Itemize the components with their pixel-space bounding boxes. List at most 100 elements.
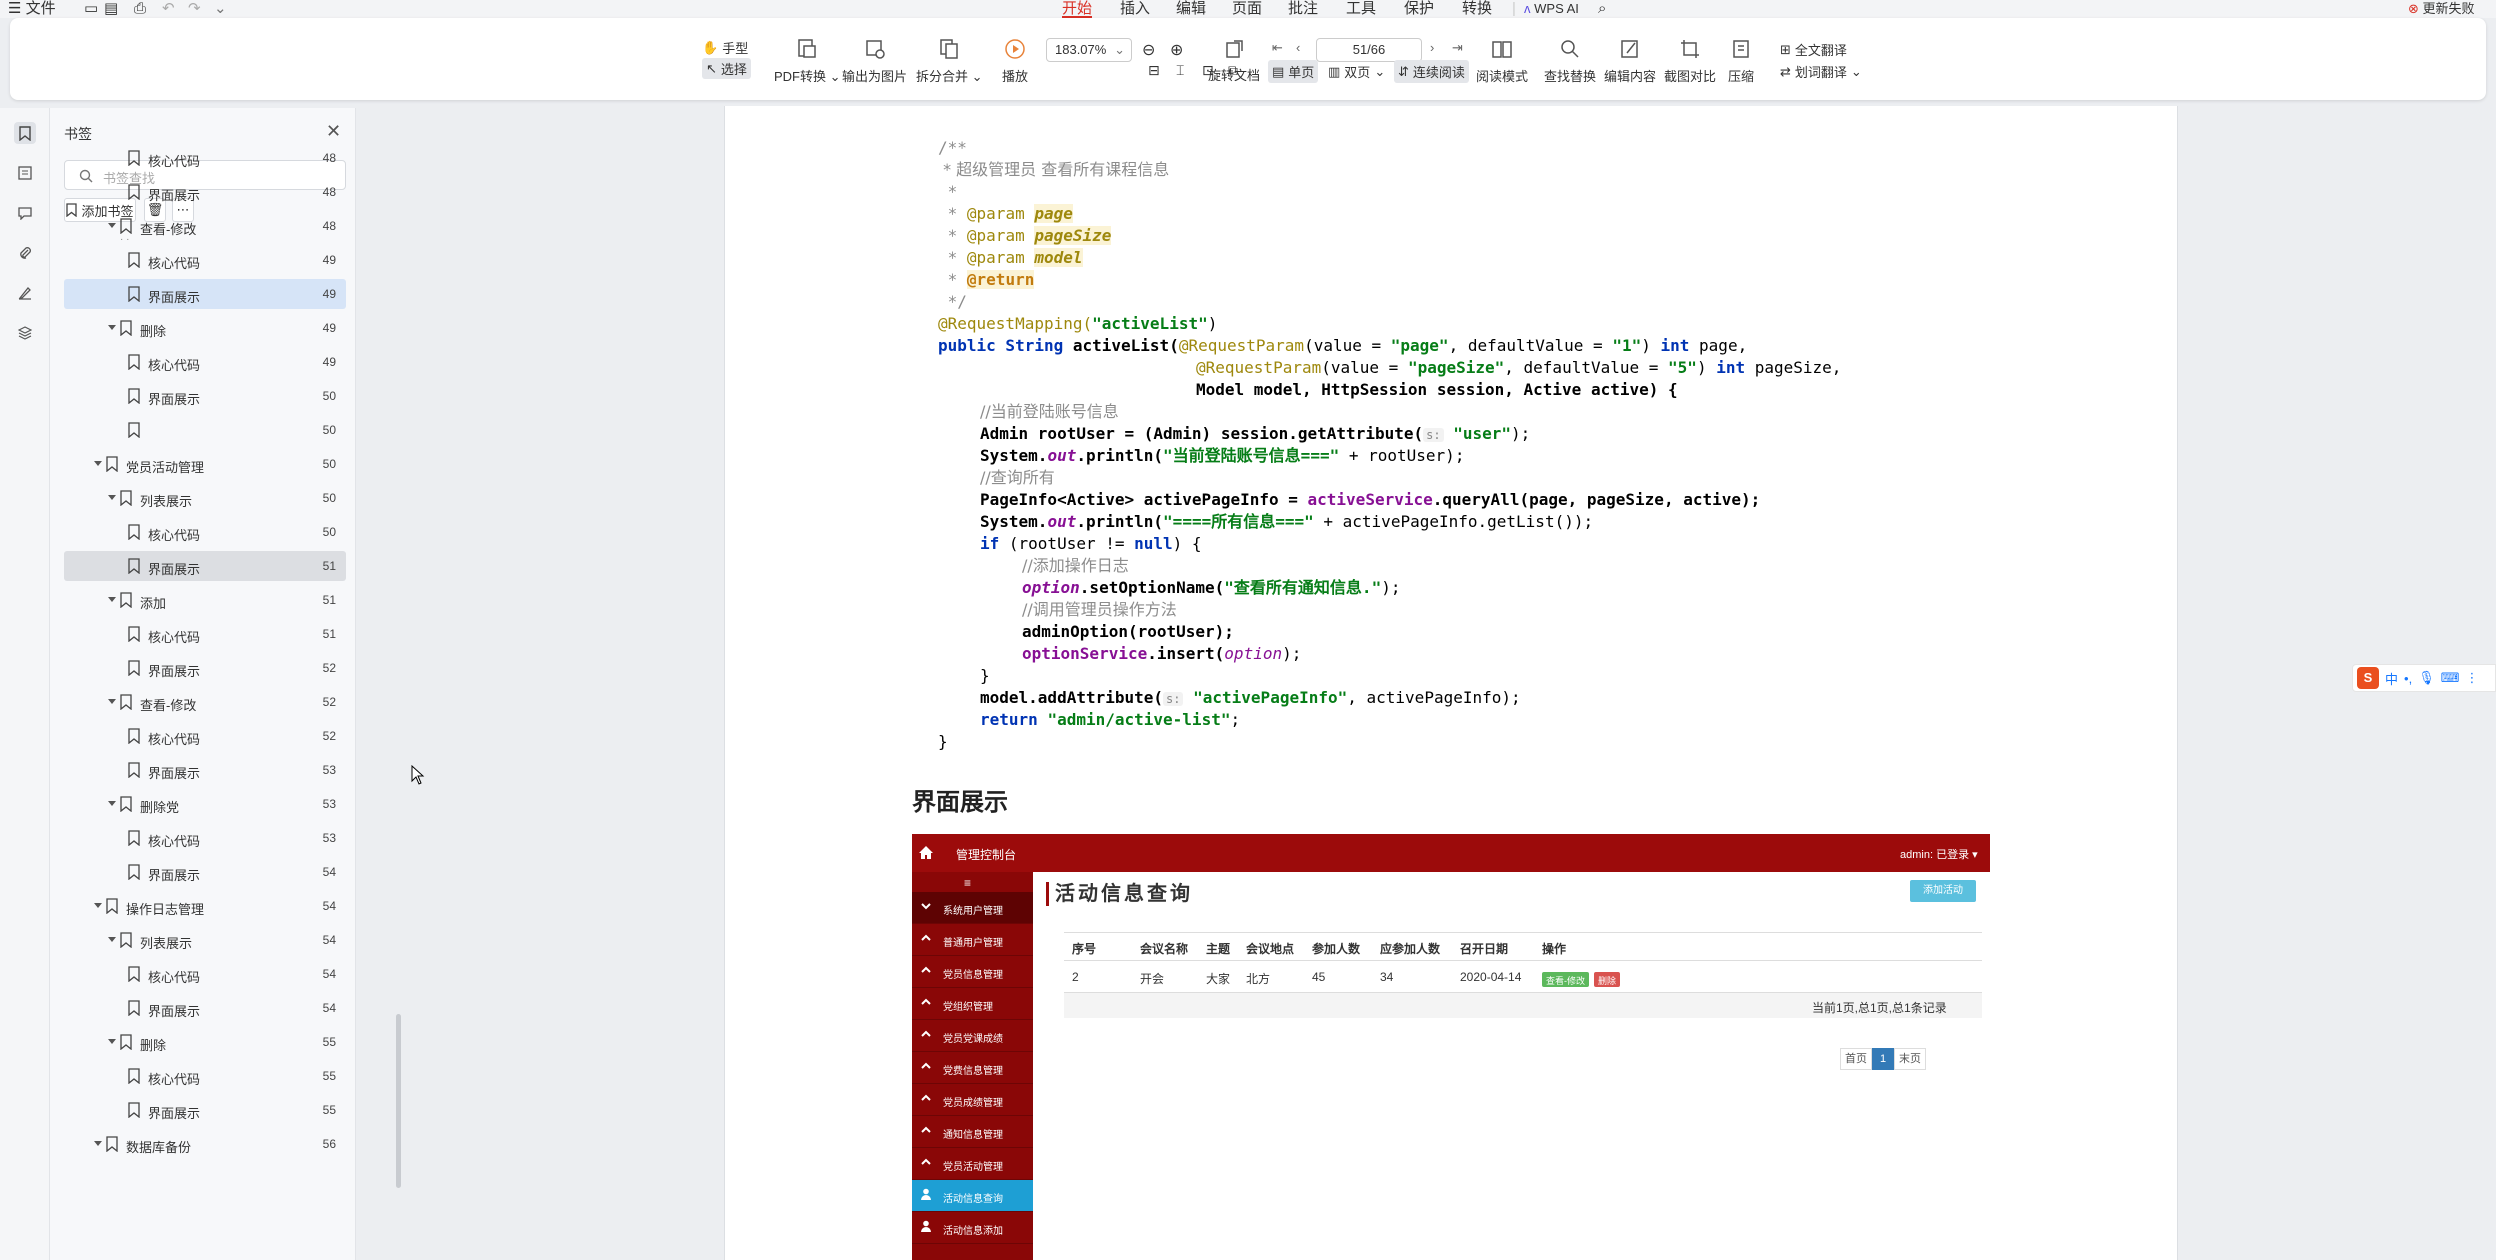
bookmark-item[interactable]: 核心代码 54 bbox=[64, 959, 346, 989]
thumbnail-icon[interactable] bbox=[14, 162, 36, 184]
bookmark-item[interactable]: 操作日志管理 54 bbox=[64, 891, 346, 921]
signature-icon[interactable] bbox=[14, 282, 36, 304]
fit-width-icon[interactable]: ⊟ bbox=[1148, 62, 1160, 79]
tab-page[interactable]: 页面 bbox=[1232, 0, 1262, 18]
double-page-button[interactable]: ▥ 双页 ⌄ bbox=[1328, 62, 1385, 81]
fit-page-icon[interactable]: ⌶ bbox=[1176, 62, 1184, 79]
chevron-down-icon bbox=[920, 900, 932, 912]
bookmark-item[interactable]: 界面展示 55 bbox=[64, 1095, 346, 1125]
expand-toggle-icon[interactable] bbox=[108, 595, 116, 603]
tab-insert[interactable]: 插入 bbox=[1120, 0, 1150, 18]
play-button[interactable]: 播放 bbox=[1002, 38, 1028, 85]
expand-toggle-icon[interactable] bbox=[108, 493, 116, 501]
update-failed-button[interactable]: ⊗ 更新失败 bbox=[2408, 0, 2475, 18]
embedded-topbar: 管理控制台 admin: 已登录 ▾ bbox=[912, 834, 1990, 872]
tab-edit[interactable]: 编辑 bbox=[1176, 0, 1206, 18]
expand-toggle-icon[interactable] bbox=[94, 459, 102, 467]
expand-toggle-icon[interactable] bbox=[108, 221, 116, 229]
single-page-button[interactable]: ▤ 单页 bbox=[1268, 60, 1319, 83]
split-merge-button[interactable]: 拆分合并 ⌄ bbox=[916, 38, 983, 85]
bookmark-item[interactable]: 界面展示 53 bbox=[64, 755, 346, 785]
bookmark-item[interactable]: 核心代码 50 bbox=[64, 517, 346, 547]
code-tok: "1" bbox=[1612, 336, 1642, 355]
bookmark-item[interactable]: 添加 51 bbox=[64, 585, 346, 615]
comment-icon[interactable] bbox=[14, 202, 36, 224]
rotate-doc-button[interactable] bbox=[1206, 38, 1264, 60]
bookmark-panel-icon[interactable] bbox=[14, 122, 36, 144]
bookmark-item[interactable]: 删除 55 bbox=[64, 1027, 346, 1057]
continuous-read-button[interactable]: ⇵ 连续阅读 bbox=[1394, 60, 1469, 83]
attachment-icon[interactable] bbox=[14, 242, 36, 264]
find-replace-button[interactable]: 查找替换 bbox=[1544, 38, 1596, 85]
page-number-input[interactable]: 51/66 bbox=[1316, 38, 1422, 62]
zoom-level-select[interactable]: 183.07% ⌄ bbox=[1046, 38, 1132, 62]
file-menu-label: 文件 bbox=[25, 0, 56, 17]
bookmark-item[interactable]: 删除 49 bbox=[64, 313, 346, 343]
bookmark-item[interactable]: 界面展示 52 bbox=[64, 653, 346, 683]
bookmark-item[interactable]: 核心代码 49 bbox=[64, 347, 346, 377]
zoom-in-icon[interactable]: ⊕ bbox=[1170, 40, 1183, 60]
tab-convert[interactable]: 转换 bbox=[1462, 0, 1492, 18]
word-translate-button[interactable]: ⇄ 划词翻译 ⌄ bbox=[1780, 62, 1862, 81]
expand-toggle-icon[interactable] bbox=[108, 799, 116, 807]
bookmark-page: 53 bbox=[322, 763, 336, 777]
print-icon[interactable]: ⎙ bbox=[134, 0, 146, 18]
bookmark-item[interactable]: 50 bbox=[64, 415, 346, 445]
read-mode-button[interactable]: 阅读模式 bbox=[1476, 38, 1528, 85]
select-tool-button[interactable]: ↖ 选择 bbox=[702, 58, 751, 79]
export-image-button[interactable]: 输出为图片 bbox=[842, 38, 907, 85]
bookmark-item[interactable]: 界面展示 49 bbox=[64, 279, 346, 309]
save-icon[interactable]: ▤ bbox=[104, 0, 118, 18]
hand-tool-button[interactable]: ✋ 手型 bbox=[702, 38, 748, 57]
bookmark-item[interactable]: 核心代码 55 bbox=[64, 1061, 346, 1091]
ime-toolbar[interactable]: S 中 •, 🎙 ⌨ ⋮ bbox=[2352, 664, 2496, 692]
screenshot-compare-button[interactable]: 截图对比 bbox=[1664, 38, 1716, 85]
bookmark-item[interactable]: 核心代码 51 bbox=[64, 619, 346, 649]
pdf-convert-button[interactable]: PDF转换 ⌄ bbox=[774, 38, 841, 85]
expand-toggle-icon[interactable] bbox=[94, 901, 102, 909]
bookmark-item[interactable]: 核心代码 52 bbox=[64, 721, 346, 751]
bookmark-item[interactable]: 界面展示 54 bbox=[64, 993, 346, 1023]
close-icon[interactable]: ✕ bbox=[326, 122, 341, 140]
tab-annotate[interactable]: 批注 bbox=[1288, 0, 1318, 18]
bookmark-item[interactable]: 界面展示 54 bbox=[64, 857, 346, 887]
pdf-convert-label: PDF转换 bbox=[774, 69, 827, 84]
zoom-out-icon[interactable]: ⊖ bbox=[1142, 40, 1155, 60]
open-icon[interactable]: ▭ bbox=[84, 0, 98, 18]
bookmark-item[interactable]: 删除党 53 bbox=[64, 789, 346, 819]
prev-page-icon[interactable]: ‹ bbox=[1296, 40, 1300, 55]
next-page-icon[interactable]: › bbox=[1430, 40, 1434, 55]
bookmark-item[interactable]: 界面展示 51 bbox=[64, 551, 346, 581]
expand-toggle-icon[interactable] bbox=[108, 697, 116, 705]
bookmark-item[interactable]: 党员活动管理 50 bbox=[64, 449, 346, 479]
bookmark-item[interactable]: 列表展示 50 bbox=[64, 483, 346, 513]
bookmark-item[interactable]: 界面展示 48 bbox=[64, 177, 346, 207]
redo-icon[interactable]: ↷ bbox=[188, 0, 201, 18]
wps-ai-button[interactable]: ʌ WPS AI bbox=[1524, 0, 1579, 18]
undo-icon[interactable]: ↶ bbox=[162, 0, 175, 18]
edit-content-button[interactable]: 编辑内容 bbox=[1604, 38, 1656, 85]
search-icon[interactable]: ⌕ bbox=[1598, 0, 1606, 18]
bookmark-item[interactable]: 核心代码 53 bbox=[64, 823, 346, 853]
first-page-icon[interactable]: ⇤ bbox=[1272, 40, 1283, 56]
bookmark-item[interactable]: 核心代码 48 bbox=[64, 143, 346, 173]
bookmark-item[interactable]: 查看-修改 48 bbox=[64, 211, 346, 241]
bookmark-item[interactable]: 数据库备份 56 bbox=[64, 1129, 346, 1159]
bookmark-item[interactable]: 查看-修改 52 bbox=[64, 687, 346, 717]
full-translate-button[interactable]: ⊞ 全文翻译 bbox=[1780, 40, 1847, 59]
expand-toggle-icon[interactable] bbox=[94, 1139, 102, 1147]
tab-protect[interactable]: 保护 bbox=[1404, 0, 1434, 18]
expand-toggle-icon[interactable] bbox=[108, 935, 116, 943]
bookmark-item[interactable]: 列表展示 54 bbox=[64, 925, 346, 955]
bookmark-scrollbar[interactable] bbox=[396, 1014, 401, 1188]
last-page-icon[interactable]: ⇥ bbox=[1452, 40, 1463, 56]
bookmark-item[interactable]: 核心代码 49 bbox=[64, 245, 346, 275]
expand-toggle-icon[interactable] bbox=[108, 1037, 116, 1045]
bookmark-item[interactable]: 界面展示 50 bbox=[64, 381, 346, 411]
tab-tools[interactable]: 工具 bbox=[1346, 0, 1376, 18]
expand-toggle-icon[interactable] bbox=[108, 323, 116, 331]
file-menu[interactable]: ☰ 文件 bbox=[8, 0, 56, 18]
chevron-down-icon[interactable]: ⌄ bbox=[214, 0, 227, 18]
layers-icon[interactable] bbox=[14, 322, 36, 344]
compress-button[interactable]: 压缩 bbox=[1728, 38, 1754, 85]
